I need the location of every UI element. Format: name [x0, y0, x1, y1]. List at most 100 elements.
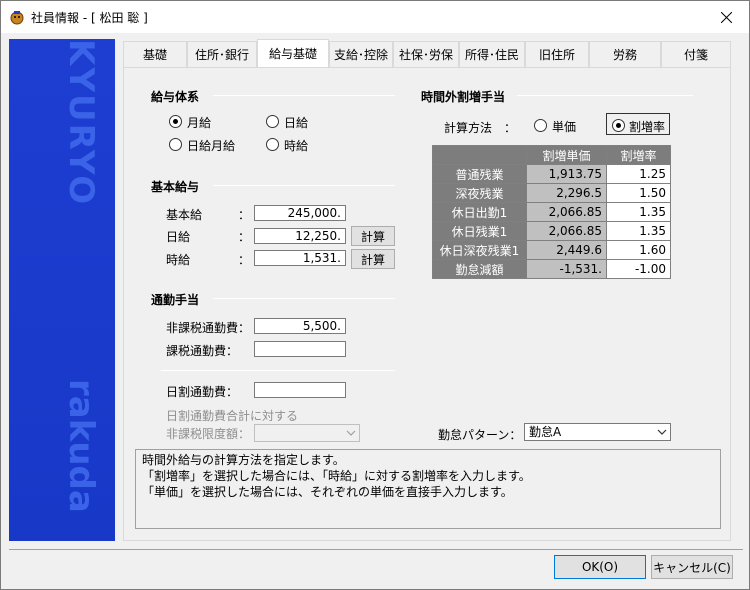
tab-address-bank[interactable]: 住所･銀行 — [187, 41, 257, 67]
window-title: 社員情報 - [ 松田 聡 ] — [31, 11, 148, 25]
footer-divider — [9, 549, 743, 550]
rate-cell[interactable]: 1.35 — [606, 202, 671, 222]
hourly-pay-label: 時給 — [166, 253, 191, 267]
header-unit-price: 割増単価 — [526, 145, 607, 165]
tab-basic[interactable]: 基礎 — [123, 41, 187, 67]
base-pay-label: 基本給 — [166, 208, 203, 222]
radio-daily[interactable] — [266, 115, 279, 128]
close-icon — [720, 11, 732, 23]
salary-type-title: 給与体系 — [151, 90, 200, 104]
radio-premium-rate[interactable] — [612, 119, 625, 132]
tab-salary-basic[interactable]: 給与基礎 — [257, 39, 329, 67]
calc-hourly-button[interactable]: 計算 — [351, 249, 395, 269]
table-corner — [432, 145, 527, 165]
rate-cell[interactable]: -1.00 — [606, 259, 671, 279]
tab-bar: 基礎 住所･銀行 給与基礎 支給･控除 社保･労保 所得･住民 旧住所 労務 付… — [123, 39, 731, 67]
radio-premium-rate-label: 割増率 — [629, 120, 666, 134]
table-row: 休日出勤1 2,066.85 1.35 — [432, 202, 671, 222]
base-salary-title: 基本給与 — [151, 180, 200, 194]
commute-limit-label-1: 日割通勤費合計に対する — [166, 409, 299, 423]
base-pay-input[interactable]: 245,000. — [254, 205, 346, 221]
nontaxable-commute-label: 非課税通勤費： — [166, 321, 251, 335]
daily-commute-label: 日割通勤費： — [166, 385, 239, 399]
row-name: 普通残業 — [432, 164, 527, 184]
nontaxable-commute-input[interactable]: 5,500. — [254, 318, 346, 334]
radio-daily-monthly[interactable] — [169, 138, 182, 151]
brand-logo-bottom: rakuda — [61, 379, 101, 513]
rate-cell[interactable]: 1.60 — [606, 240, 671, 260]
brand-logo-top: KYURYO — [61, 39, 101, 207]
cancel-button[interactable]: キャンセル(C) — [651, 555, 733, 579]
daily-pay-colon: ： — [238, 230, 251, 244]
salary-type-divider — [213, 95, 395, 96]
radio-daily-label: 日給 — [284, 116, 309, 130]
taxable-commute-input[interactable] — [254, 341, 346, 357]
table-row: 休日残業1 2,066.85 1.35 — [432, 221, 671, 241]
tab-payment-deduction[interactable]: 支給･控除 — [329, 41, 393, 67]
table-row: 深夜残業 2,296.5 1.50 — [432, 183, 671, 203]
daily-commute-input[interactable] — [254, 382, 346, 398]
hourly-pay-colon: ： — [238, 253, 251, 267]
rate-cell[interactable]: 1.35 — [606, 221, 671, 241]
header-rate: 割増率 — [606, 145, 671, 165]
overtime-title: 時間外割増手当 — [421, 90, 506, 104]
employee-info-window: 社員情報 - [ 松田 聡 ] KYURYO rakuda 基礎 住所･銀行 給… — [0, 0, 750, 590]
radio-hourly[interactable] — [266, 138, 279, 151]
attendance-pattern-value: 勤怠A — [529, 425, 562, 439]
commute-title: 通勤手当 — [151, 293, 200, 307]
help-text-box: 時間外給与の計算方法を指定します。 「割増率」を選択した場合には、「時給」に対す… — [135, 449, 721, 529]
tab-social-labor-insurance[interactable]: 社保･労保 — [393, 41, 459, 67]
brand-sidebar: KYURYO rakuda — [9, 39, 115, 541]
hourly-pay-input[interactable]: 1,531. — [254, 250, 346, 266]
tab-old-address[interactable]: 旧住所 — [525, 41, 589, 67]
chevron-down-icon — [343, 425, 359, 441]
overtime-divider — [517, 95, 693, 96]
table-row: 勤怠減額 -1,531. -1.00 — [432, 259, 671, 279]
calc-method-label: 計算方法 ： — [444, 121, 517, 135]
unit-price-cell[interactable]: 2,296.5 — [526, 183, 607, 203]
attendance-pattern-label: 勤怠パターン： — [438, 428, 522, 442]
radio-unit-price[interactable] — [534, 119, 547, 132]
tab-labor[interactable]: 労務 — [589, 41, 661, 67]
radio-unit-price-label: 単価 — [552, 120, 577, 134]
help-line: 時間外給与の計算方法を指定します。 — [142, 453, 345, 467]
daily-commute-divider — [161, 370, 395, 371]
tab-income-resident-tax[interactable]: 所得･住民 — [459, 41, 525, 67]
app-icon — [10, 11, 24, 25]
nontaxable-limit-select — [254, 424, 360, 442]
attendance-pattern-select[interactable]: 勤怠A — [524, 423, 671, 441]
table-header-row: 割増単価 割増率 — [432, 145, 671, 165]
calc-daily-button[interactable]: 計算 — [351, 226, 395, 246]
row-name: 休日残業1 — [432, 221, 527, 241]
unit-price-cell[interactable]: 2,066.85 — [526, 202, 607, 222]
unit-price-cell[interactable]: -1,531. — [526, 259, 607, 279]
ok-button[interactable]: OK(O) — [554, 555, 646, 579]
row-name: 勤怠減額 — [432, 259, 527, 279]
radio-hourly-label: 時給 — [284, 139, 309, 153]
unit-price-cell[interactable]: 2,449.6 — [526, 240, 607, 260]
help-line: 「割増率」を選択した場合には、「時給」に対する割増率を入力します。 — [142, 469, 531, 483]
close-window-button[interactable] — [703, 1, 749, 33]
tab-sticky-note[interactable]: 付箋 — [661, 41, 731, 67]
table-row: 普通残業 1,913.75 1.25 — [432, 164, 671, 184]
row-name: 深夜残業 — [432, 183, 527, 203]
daily-pay-input[interactable]: 12,250. — [254, 228, 346, 244]
rate-cell[interactable]: 1.25 — [606, 164, 671, 184]
help-line: 「単価」を選択した場合には、それぞれの単価を直接手入力します。 — [142, 485, 513, 499]
unit-price-cell[interactable]: 2,066.85 — [526, 221, 607, 241]
radio-monthly[interactable] — [169, 115, 182, 128]
table-row: 休日深夜残業1 2,449.6 1.60 — [432, 240, 671, 260]
unit-price-cell[interactable]: 1,913.75 — [526, 164, 607, 184]
title-bar: 社員情報 - [ 松田 聡 ] — [1, 1, 749, 33]
commute-divider — [213, 298, 395, 299]
base-pay-colon: ： — [238, 208, 251, 222]
chevron-down-icon — [654, 424, 670, 440]
rate-cell[interactable]: 1.50 — [606, 183, 671, 203]
base-salary-divider — [213, 185, 395, 186]
radio-monthly-label: 月給 — [187, 116, 212, 130]
commute-limit-label-2: 非課税限度額： — [166, 427, 251, 441]
row-name: 休日出勤1 — [432, 202, 527, 222]
row-name: 休日深夜残業1 — [432, 240, 527, 260]
overtime-rate-table: 割増単価 割増率 普通残業 1,913.75 1.25 深夜残業 2,296.5… — [432, 145, 671, 279]
taxable-commute-label: 課税通勤費： — [166, 344, 239, 358]
